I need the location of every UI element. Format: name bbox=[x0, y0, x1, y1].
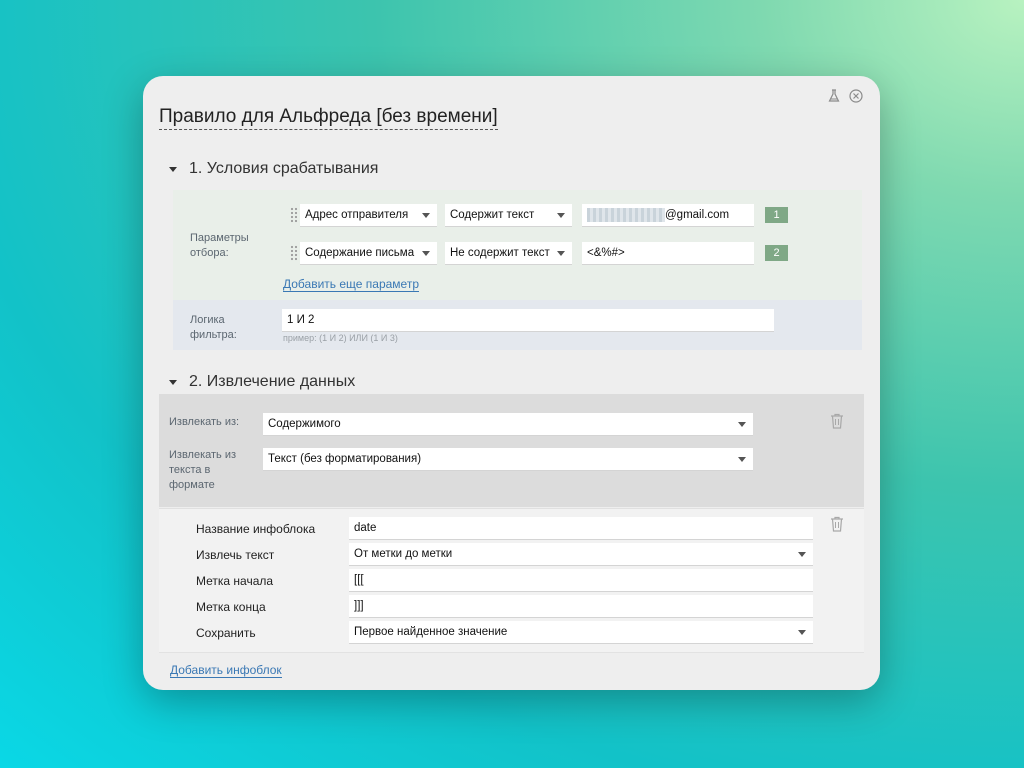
param-operator-select-2[interactable]: Не содержит текст bbox=[445, 242, 572, 265]
extract-format-label: Извлекать из текста в формате bbox=[169, 449, 237, 491]
param-operator-value-2: Не содержит текст bbox=[450, 247, 550, 259]
logic-label: Логика фильтра: bbox=[190, 314, 237, 341]
extract-format-select[interactable]: Текст (без форматирования) bbox=[263, 448, 753, 471]
divider bbox=[159, 652, 864, 653]
collapse-triangle-icon[interactable] bbox=[169, 166, 177, 172]
logic-hint: пример: (1 И 2) ИЛИ (1 И 3) bbox=[283, 333, 398, 343]
infoblock-name-input[interactable]: date bbox=[349, 517, 813, 540]
end-marker-value: ]]] bbox=[354, 600, 364, 612]
extract-text-select[interactable]: От метки до метки bbox=[349, 543, 813, 566]
infoblock-name-label: Название инфоблока bbox=[196, 522, 316, 536]
param-field-select-1[interactable]: Адрес отправителя bbox=[300, 204, 437, 227]
flask-icon[interactable] bbox=[826, 88, 842, 104]
save-mode-select[interactable]: Первое найденное значение bbox=[349, 621, 813, 644]
add-param-link[interactable]: Добавить еще параметр bbox=[283, 277, 420, 292]
redacted-text bbox=[587, 208, 665, 222]
end-marker-input[interactable]: ]]] bbox=[349, 595, 813, 618]
params-label: Параметры отбора: bbox=[190, 232, 249, 259]
end-marker-label: Метка конца bbox=[196, 600, 266, 614]
extract-from-select[interactable]: Содержимого bbox=[263, 413, 753, 436]
param-value-text-1: @gmail.com bbox=[665, 209, 730, 221]
collapse-triangle-icon[interactable] bbox=[169, 379, 177, 385]
param-field-value-1: Адрес отправителя bbox=[305, 209, 409, 221]
param-value-input-1[interactable]: @gmail.com bbox=[582, 204, 754, 227]
rule-editor-window: Правило для Альфреда [без времени] 1. Ус… bbox=[143, 76, 880, 690]
extract-text-label: Извлечь текст bbox=[196, 548, 275, 562]
logic-input[interactable]: 1 И 2 bbox=[282, 309, 774, 332]
start-marker-value: [[[ bbox=[354, 574, 364, 586]
start-marker-input[interactable]: [[[ bbox=[349, 569, 813, 592]
param-field-select-2[interactable]: Содержание письма bbox=[300, 242, 437, 265]
section-conditions-header[interactable]: 1. Условия срабатывания bbox=[169, 160, 378, 178]
param-index-badge-1: 1 bbox=[765, 207, 788, 223]
extract-format-value: Текст (без форматирования) bbox=[268, 453, 422, 465]
param-field-value-2: Содержание письма bbox=[305, 247, 415, 259]
window-controls bbox=[826, 88, 864, 104]
rule-title[interactable]: Правило для Альфреда [без времени] bbox=[159, 106, 498, 130]
extract-from-value: Содержимого bbox=[268, 418, 341, 430]
drag-handle-icon[interactable] bbox=[290, 207, 298, 223]
logic-value: 1 И 2 bbox=[287, 314, 315, 326]
param-operator-select-1[interactable]: Содержит текст bbox=[445, 204, 572, 227]
section-conditions-title: 1. Условия срабатывания bbox=[189, 160, 379, 177]
trash-icon[interactable] bbox=[830, 516, 844, 532]
extract-from-label: Извлекать из: bbox=[169, 416, 240, 428]
save-mode-value: Первое найденное значение bbox=[354, 626, 508, 638]
drag-handle-icon[interactable] bbox=[290, 245, 298, 261]
section-extraction-title: 2. Извлечение данных bbox=[189, 373, 356, 390]
extract-text-value: От метки до метки bbox=[354, 548, 453, 560]
param-value-text-2: <&%#> bbox=[587, 247, 625, 259]
save-mode-label: Сохранить bbox=[196, 626, 256, 640]
param-index-badge-2: 2 bbox=[765, 245, 788, 261]
param-value-input-2[interactable]: <&%#> bbox=[582, 242, 754, 265]
close-circle-icon[interactable] bbox=[848, 88, 864, 104]
section-extraction-header[interactable]: 2. Извлечение данных bbox=[169, 373, 355, 391]
trash-icon[interactable] bbox=[830, 413, 844, 429]
infoblock-name-value: date bbox=[354, 522, 377, 534]
param-operator-value-1: Содержит текст bbox=[450, 209, 535, 221]
start-marker-label: Метка начала bbox=[196, 574, 274, 588]
add-infoblock-link[interactable]: Добавить инфоблок bbox=[170, 663, 282, 678]
